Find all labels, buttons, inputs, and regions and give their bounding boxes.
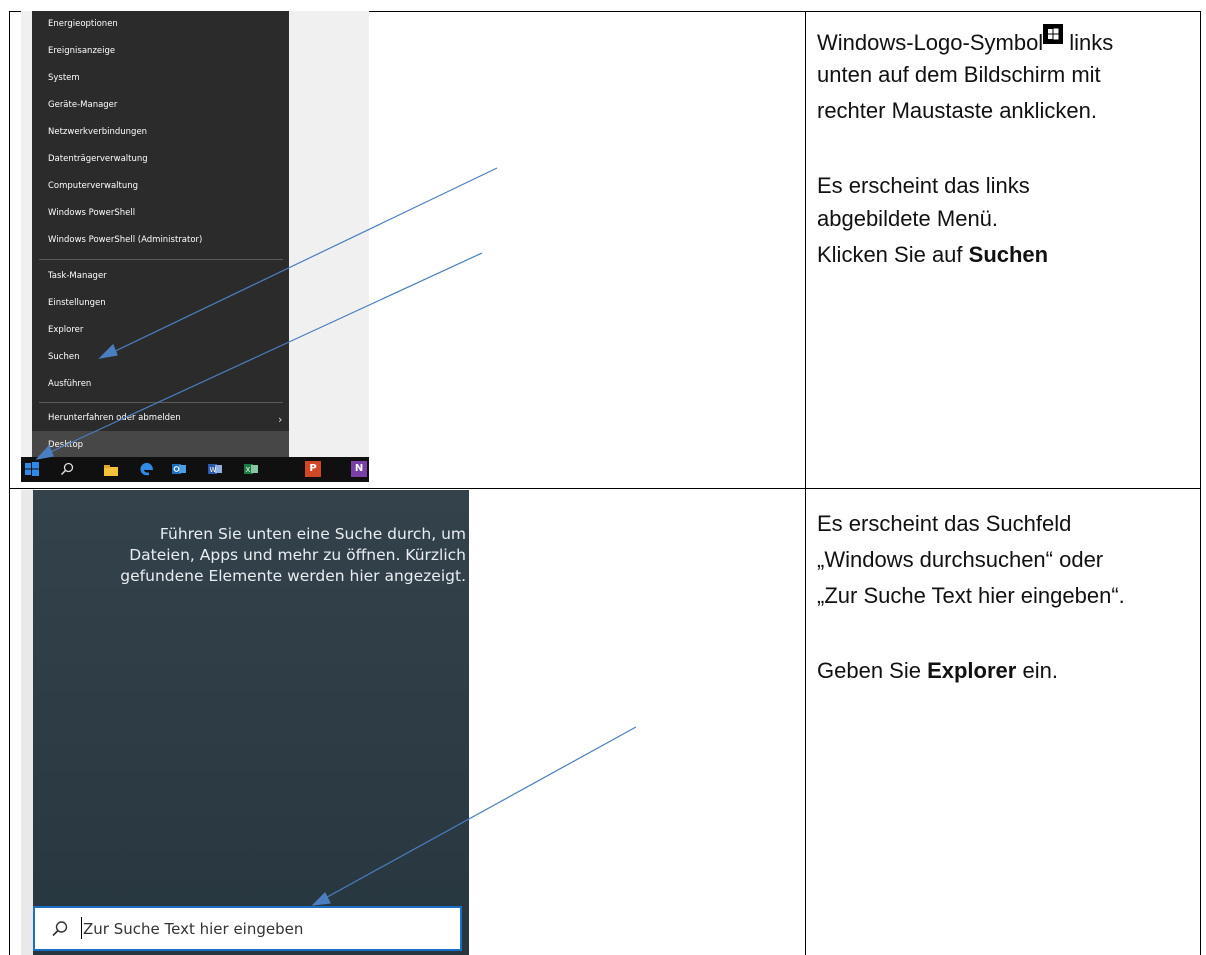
menu-item-windows-powershell-admin[interactable]: Windows PowerShell (Administrator) [48,235,202,245]
menu-item-ausfuehren[interactable]: Ausführen [48,379,91,389]
svg-text:W: W [210,466,217,474]
winx-context-menu: Energieoptionen Ereignisanzeige System G… [32,11,289,457]
text-caret [81,917,82,939]
context-menu-screenshot: Energieoptionen Ereignisanzeige System G… [21,11,369,482]
search-icon[interactable] [59,461,75,477]
menu-item-system[interactable]: System [48,73,80,83]
edge-icon[interactable] [139,461,155,477]
menu-item-computerverwaltung[interactable]: Computerverwaltung [48,181,138,191]
onenote-icon[interactable]: N [351,461,367,477]
step1-instruction-line3: rechter Maustaste anklicken. [817,98,1098,123]
windows-logo-icon [1043,24,1064,44]
step2-instruction-line4: Geben Sie Explorer ein. [817,658,1058,683]
menu-item-suchen[interactable]: Suchen [48,352,79,362]
search-box[interactable] [33,906,462,951]
step1-instruction-line5: abgebildete Menü. [817,206,999,231]
menu-item-herunterfahren[interactable]: Herunterfahren oder abmelden [48,413,181,423]
step1-instruction-line6: Klicken Sie auf Suchen [817,242,1049,267]
menu-item-geraete-manager[interactable]: Geräte-Manager [48,100,117,110]
table-border-right [1200,11,1201,955]
chevron-right-icon: › [278,413,283,426]
step2-instruction-line3: „Zur Suche Text hier eingeben“. [817,583,1125,608]
menu-item-desktop[interactable]: Desktop [48,440,83,450]
powerpoint-icon[interactable]: P [305,461,321,477]
table-row-divider [9,488,1201,489]
menu-item-netzwerkverbindungen[interactable]: Netzwerkverbindungen [48,127,147,137]
step1-instruction-line4: Es erscheint das links [817,173,1030,198]
taskbar: W X P N [21,457,369,482]
menu-item-task-manager[interactable]: Task-Manager [48,271,107,281]
menu-item-energieoptionen[interactable]: Energieoptionen [48,19,118,29]
table-border-left [9,11,10,955]
menu-item-explorer[interactable]: Explorer [48,325,83,335]
menu-separator [39,259,283,260]
menu-item-einstellungen[interactable]: Einstellungen [48,298,106,308]
menu-separator [39,402,283,403]
search-icon [52,921,68,937]
search-hint-text: Führen Sie unten eine Suche durch, um Da… [120,525,466,585]
table-column-divider [805,11,806,955]
outlook-icon[interactable] [171,461,187,477]
step2-instruction-line2: „Windows durchsuchen“ oder [817,547,1104,572]
search-pane-screenshot: Führen Sie unten eine Suche durch, um Da… [21,490,469,955]
menu-item-windows-powershell[interactable]: Windows PowerShell [48,208,135,218]
windows-start-icon[interactable] [24,461,40,477]
file-explorer-icon[interactable] [103,461,119,477]
search-input[interactable] [83,917,433,941]
step2-instruction-line1: Es erscheint das Suchfeld [817,511,1072,536]
excel-icon[interactable]: X [243,461,259,477]
svg-text:X: X [246,466,251,474]
step1-instruction-line2: unten auf dem Bildschirm mit [817,62,1101,87]
menu-item-ereignisanzeige[interactable]: Ereignisanzeige [48,46,115,56]
menu-item-datentraegerverwaltung[interactable]: Datenträgerverwaltung [48,154,148,164]
word-icon[interactable]: W [207,461,223,477]
step1-instruction-line1: Windows-Logo-Symbol links [817,24,1113,58]
screenshot-edge [21,490,33,955]
